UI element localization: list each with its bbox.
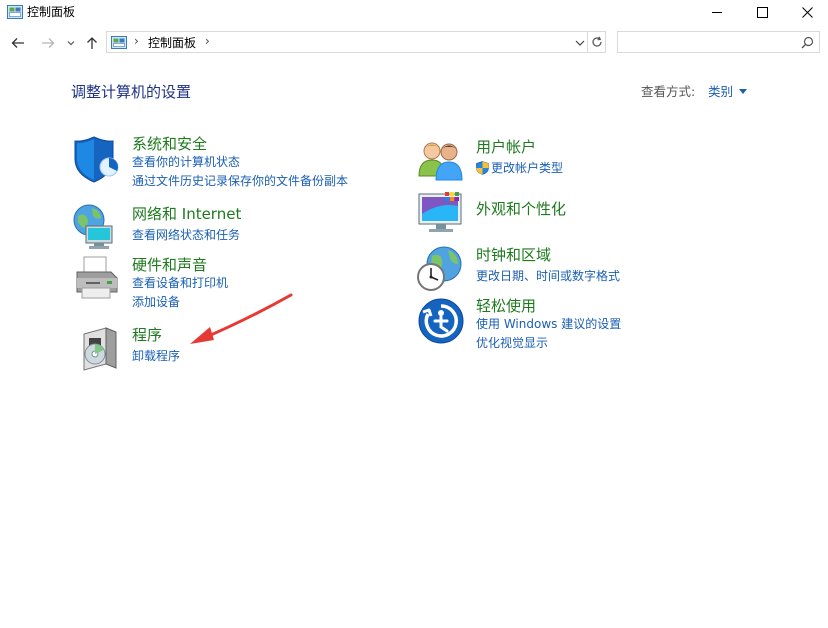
link-change-account-type[interactable]: 更改帐户类型 xyxy=(476,160,563,176)
clock-globe-icon[interactable] xyxy=(414,244,464,294)
recent-locations-button[interactable] xyxy=(64,33,78,53)
link-windows-suggested-settings[interactable]: 使用 Windows 建议的设置 xyxy=(476,316,621,332)
up-button[interactable] xyxy=(83,33,101,53)
search-box[interactable] xyxy=(617,31,820,53)
up-arrow-icon xyxy=(87,37,97,49)
category-hardware-sound[interactable]: 硬件和声音 xyxy=(132,255,207,275)
close-icon xyxy=(801,6,813,18)
address-dropdown-icon[interactable] xyxy=(573,35,587,51)
appearance-monitor-icon[interactable] xyxy=(416,188,466,238)
navigation-bar: › 控制面板 › xyxy=(0,29,828,57)
back-arrow-icon xyxy=(11,38,24,48)
search-input[interactable] xyxy=(622,34,796,52)
minimize-icon xyxy=(711,11,722,13)
breadcrumb-separator-icon[interactable]: › xyxy=(205,34,210,48)
change-account-type-label: 更改帐户类型 xyxy=(491,161,564,175)
uac-shield-icon xyxy=(476,161,489,175)
link-add-device[interactable]: 添加设备 xyxy=(132,294,180,310)
printer-icon[interactable] xyxy=(72,254,122,304)
link-network-status-tasks[interactable]: 查看网络状态和任务 xyxy=(132,227,240,243)
category-clock-region[interactable]: 时钟和区域 xyxy=(476,245,551,265)
link-uninstall-program[interactable]: 卸载程序 xyxy=(132,348,180,364)
refresh-icon xyxy=(591,36,602,47)
category-programs[interactable]: 程序 xyxy=(132,325,162,345)
view-by-value: 类别 xyxy=(708,84,734,99)
forward-button[interactable] xyxy=(39,33,57,53)
breadcrumb-control-panel[interactable]: 控制面板 xyxy=(148,35,196,51)
maximize-icon xyxy=(756,6,768,18)
chevron-down-icon xyxy=(67,41,75,46)
title-bar: 控制面板 xyxy=(0,0,828,26)
link-optimize-visual-display[interactable]: 优化视觉显示 xyxy=(476,335,548,351)
dropdown-arrow-icon xyxy=(739,89,748,94)
back-button[interactable] xyxy=(9,33,27,53)
address-bar[interactable]: › 控制面板 › xyxy=(106,31,588,53)
page-title: 调整计算机的设置 xyxy=(71,83,192,101)
programs-disc-icon[interactable] xyxy=(76,324,126,374)
forward-arrow-icon xyxy=(42,38,55,48)
window-title: 控制面板 xyxy=(27,5,76,19)
minimize-button[interactable] xyxy=(694,0,740,24)
category-user-accounts[interactable]: 用户帐户 xyxy=(476,137,536,157)
search-icon[interactable] xyxy=(801,36,814,49)
link-devices-printers[interactable]: 查看设备和打印机 xyxy=(132,275,228,291)
ease-of-access-icon[interactable] xyxy=(417,297,467,347)
category-ease-of-access[interactable]: 轻松使用 xyxy=(476,296,536,316)
refresh-button[interactable] xyxy=(588,31,606,53)
annotation-arrow-icon xyxy=(190,293,293,344)
category-system-security[interactable]: 系统和安全 xyxy=(132,134,207,154)
view-by-dropdown[interactable]: 类别 xyxy=(704,82,751,101)
breadcrumb-separator-icon[interactable]: › xyxy=(134,34,139,48)
link-change-date-time-format[interactable]: 更改日期、时间或数字格式 xyxy=(476,268,620,284)
network-globe-icon[interactable] xyxy=(72,202,122,252)
users-icon[interactable] xyxy=(416,136,466,186)
control-panel-icon xyxy=(7,5,23,19)
link-view-computer-status[interactable]: 查看你的计算机状态 xyxy=(132,154,240,170)
control-panel-icon xyxy=(111,36,127,49)
maximize-button[interactable] xyxy=(739,0,785,24)
category-network-internet[interactable]: 网络和 Internet xyxy=(132,204,241,224)
category-appearance-personalization[interactable]: 外观和个性化 xyxy=(476,199,566,219)
security-shield-icon[interactable] xyxy=(72,134,122,184)
link-file-history-backup[interactable]: 通过文件历史记录保存你的文件备份副本 xyxy=(132,173,348,189)
close-button[interactable] xyxy=(784,0,828,24)
view-by-label: 查看方式: xyxy=(641,84,696,99)
